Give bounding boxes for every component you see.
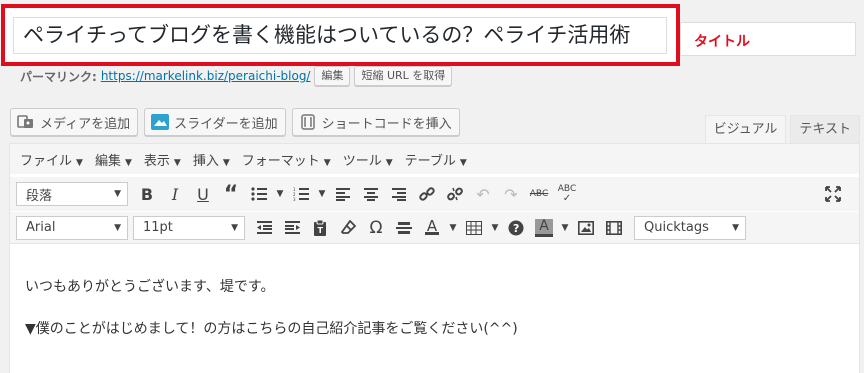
menu-tools-label: ツール — [342, 153, 382, 169]
numbered-list-icon[interactable]: 123 — [287, 181, 315, 207]
font-size-select[interactable]: 11pt ▼ — [133, 215, 245, 240]
blockquote-icon[interactable]: “ — [217, 181, 245, 207]
add-media-label: メディアを追加 — [40, 116, 131, 132]
media-buttons: メディアを追加 スライダーを追加 ショートコードを挿入 — [10, 108, 460, 136]
unlink-icon[interactable] — [441, 181, 469, 207]
editor-content[interactable]: いつもありがとうございます、堤です。 ▼僕のことがはじめまして！の方はこちらの自… — [10, 249, 859, 360]
menu-view-label: 表示 — [143, 153, 170, 169]
insert-shortcode-label: ショートコードを挿入 — [321, 116, 452, 132]
background-color-icon[interactable]: A — [530, 215, 558, 241]
shortcode-icon — [299, 113, 317, 131]
title-highlight-frame: ペライチってブログを書く機能はついているの？ペライチ活用術 — [1, 4, 680, 66]
tab-text[interactable]: テキスト — [790, 115, 860, 144]
menu-insert-label: 挿入 — [192, 153, 219, 169]
menu-file-label: ファイル — [20, 153, 73, 169]
title-annotation: タイトル — [680, 22, 856, 56]
strikethrough-icon[interactable]: ABC — [525, 181, 553, 207]
media-icon — [17, 113, 35, 131]
redo-icon[interactable]: ↷ — [497, 181, 525, 207]
video-icon[interactable] — [600, 215, 628, 241]
outdent-icon[interactable] — [250, 215, 278, 241]
add-slider-label: スライダーを追加 — [174, 116, 278, 132]
content-paragraph: いつもありがとうございます、堤です。 — [25, 279, 275, 295]
link-icon[interactable] — [413, 181, 441, 207]
chevron-down-icon: ▼ — [114, 222, 121, 233]
menu-format-label: フォーマット — [241, 153, 320, 169]
font-size-value: 11pt — [143, 220, 173, 235]
chevron-down-icon: ▼ — [124, 157, 132, 168]
quicktags-value: Quicktags — [644, 220, 709, 235]
menu-format[interactable]: フォーマット ▼ — [242, 150, 331, 169]
permalink-row: パーマリンク: https://markelink.biz/peraichi-b… — [20, 66, 456, 86]
menu-table[interactable]: テーブル ▼ — [405, 150, 467, 169]
svg-text:T: T — [318, 226, 324, 235]
editor: ファイル ▼ 編集 ▼ 表示 ▼ 挿入 ▼ フォーマット ▼ ツール ▼ テーブル ▼ 段落 ▼… — [9, 143, 860, 373]
chevron-down-icon[interactable]: ▼ — [273, 181, 287, 207]
chevron-down-icon: ▼ — [385, 157, 393, 168]
text-color-icon[interactable]: A — [418, 215, 446, 241]
add-media-button[interactable]: メディアを追加 — [10, 108, 139, 136]
svg-text:3: 3 — [293, 197, 296, 201]
content-paragraph: ▼僕のことがはじめまして！の方はこちらの自己紹介記事をご覧ください(^^) — [25, 321, 518, 337]
menu-insert[interactable]: 挿入 ▼ — [193, 150, 230, 169]
chevron-down-icon: ▼ — [173, 157, 181, 168]
undo-icon[interactable]: ↶ — [469, 181, 497, 207]
menu-tools[interactable]: ツール ▼ — [343, 150, 393, 169]
editor-toolbar-2: Arial ▼ 11pt ▼ T Ω A ▼ ▼ ? A ▼ Quicktags… — [10, 212, 859, 244]
chevron-down-icon: ▼ — [231, 222, 238, 233]
special-character-icon[interactable]: Ω — [362, 215, 390, 241]
menu-edit[interactable]: 編集 ▼ — [95, 150, 132, 169]
indent-icon[interactable] — [278, 215, 306, 241]
align-center-icon[interactable] — [357, 181, 385, 207]
chevron-down-icon: ▼ — [459, 157, 467, 168]
bold-icon[interactable]: B — [133, 181, 161, 207]
chevron-down-icon: ▼ — [732, 222, 739, 233]
chevron-down-icon[interactable]: ▼ — [488, 215, 502, 241]
chevron-down-icon[interactable]: ▼ — [315, 181, 329, 207]
editor-tabs: ビジュアル テキスト — [701, 115, 860, 144]
horizontal-line-icon[interactable] — [390, 215, 418, 241]
permalink-edit-button[interactable]: 編集 — [314, 66, 351, 86]
align-left-icon[interactable] — [329, 181, 357, 207]
insert-shortcode-button[interactable]: ショートコードを挿入 — [291, 108, 460, 136]
menu-edit-label: 編集 — [94, 153, 121, 169]
font-family-value: Arial — [26, 220, 56, 235]
paste-text-icon[interactable]: T — [306, 215, 334, 241]
align-right-icon[interactable] — [385, 181, 413, 207]
slider-icon — [151, 113, 170, 131]
menu-file[interactable]: ファイル ▼ — [20, 150, 83, 169]
menu-table-label: テーブル — [404, 153, 456, 169]
format-select[interactable]: 段落 ▼ — [16, 182, 128, 206]
chevron-down-icon: ▼ — [76, 157, 83, 168]
clear-formatting-icon[interactable] — [334, 215, 362, 241]
bullet-list-icon[interactable] — [245, 181, 273, 207]
fullscreen-icon[interactable] — [819, 181, 847, 207]
editor-menubar: ファイル ▼ 編集 ▼ 表示 ▼ 挿入 ▼ フォーマット ▼ ツール ▼ テーブル ▼ — [10, 144, 859, 174]
format-select-value: 段落 — [26, 188, 53, 204]
chevron-down-icon[interactable]: ▼ — [446, 215, 460, 241]
table-icon[interactable] — [460, 215, 488, 241]
font-family-select[interactable]: Arial ▼ — [16, 215, 128, 240]
chevron-down-icon: ▼ — [323, 157, 331, 168]
post-title-input[interactable]: ペライチってブログを書く機能はついているの？ペライチ活用術 — [13, 17, 667, 54]
tab-visual[interactable]: ビジュアル — [704, 115, 787, 144]
svg-text:?: ? — [513, 222, 519, 235]
add-slider-button[interactable]: スライダーを追加 — [144, 108, 286, 136]
image-icon[interactable] — [572, 215, 600, 241]
italic-icon[interactable]: I — [161, 181, 189, 207]
help-icon[interactable]: ? — [502, 215, 530, 241]
chevron-down-icon: ▼ — [222, 157, 230, 168]
menu-view[interactable]: 表示 ▼ — [144, 150, 181, 169]
spellcheck-icon[interactable]: ABC ✓ — [553, 181, 581, 207]
chevron-down-icon: ▼ — [114, 189, 121, 199]
permalink-label: パーマリンク: — [20, 69, 97, 84]
shortlink-button[interactable]: 短縮 URL を取得 — [354, 66, 453, 86]
editor-toolbar-1: 段落 ▼ B I U “ ▼ 123 ▼ ↶ ↷ ABC ABC ✓ — [10, 177, 859, 211]
quicktags-select[interactable]: Quicktags ▼ — [634, 215, 746, 240]
chevron-down-icon[interactable]: ▼ — [558, 215, 572, 241]
underline-icon[interactable]: U — [189, 181, 217, 207]
permalink-link[interactable]: https://markelink.biz/peraichi-blog/ — [101, 69, 311, 83]
